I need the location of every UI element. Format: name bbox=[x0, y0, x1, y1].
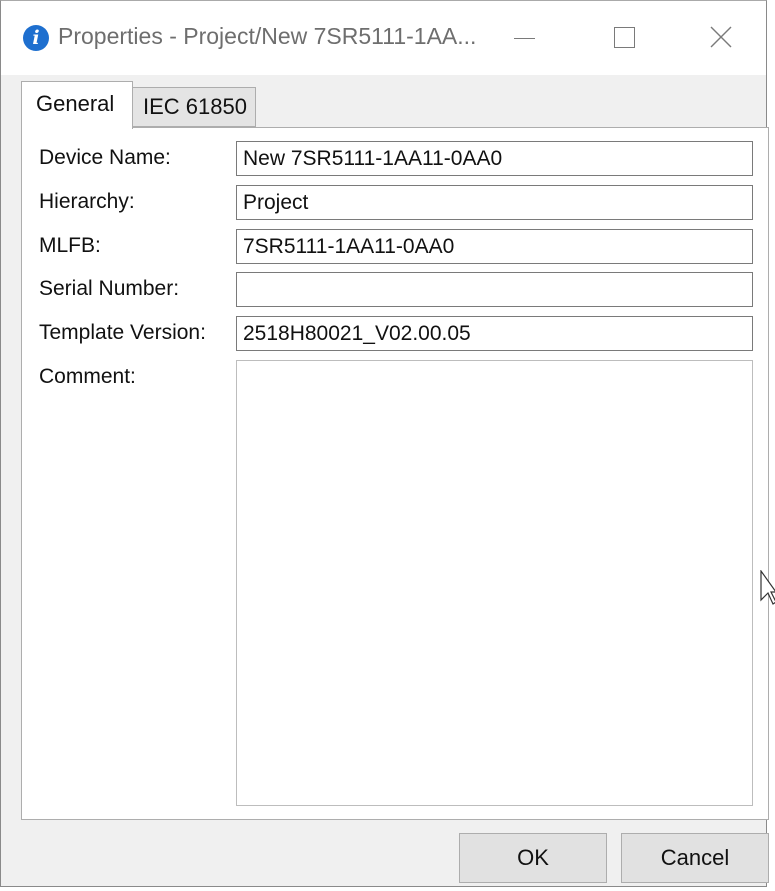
hierarchy-label: Hierarchy: bbox=[39, 190, 135, 213]
cancel-button[interactable]: Cancel bbox=[621, 833, 769, 883]
device-name-field[interactable]: New 7SR5111-1AA11-0AA0 bbox=[236, 141, 753, 176]
comment-textarea[interactable] bbox=[236, 360, 753, 806]
title-bar[interactable]: i Properties - Project/New 7SR5111-1AA..… bbox=[1, 1, 766, 75]
minimize-button[interactable] bbox=[481, 7, 571, 69]
serial-number-label: Serial Number: bbox=[39, 277, 180, 300]
template-version-label: Template Version: bbox=[39, 321, 206, 344]
close-button[interactable] bbox=[677, 7, 767, 69]
maximize-button[interactable] bbox=[581, 7, 671, 69]
info-icon: i bbox=[23, 25, 49, 51]
template-version-field[interactable]: 2518H80021_V02.00.05 bbox=[236, 316, 753, 351]
mlfb-label: MLFB: bbox=[39, 234, 101, 257]
mlfb-field[interactable]: 7SR5111-1AA11-0AA0 bbox=[236, 229, 753, 264]
mouse-cursor-icon bbox=[760, 570, 775, 605]
hierarchy-field[interactable]: Project bbox=[236, 185, 753, 220]
tab-general[interactable]: General bbox=[21, 81, 133, 129]
serial-number-field[interactable] bbox=[236, 272, 753, 307]
tab-iec-61850[interactable]: IEC 61850 bbox=[132, 87, 256, 127]
ok-button[interactable]: OK bbox=[459, 833, 607, 883]
minimize-icon bbox=[514, 38, 535, 39]
comment-label: Comment: bbox=[39, 365, 136, 388]
maximize-icon bbox=[614, 27, 635, 48]
properties-dialog: i Properties - Project/New 7SR5111-1AA..… bbox=[0, 0, 769, 887]
device-name-label: Device Name: bbox=[39, 146, 171, 169]
close-icon bbox=[710, 26, 732, 48]
window-title: Properties - Project/New 7SR5111-1AA... bbox=[58, 23, 477, 49]
